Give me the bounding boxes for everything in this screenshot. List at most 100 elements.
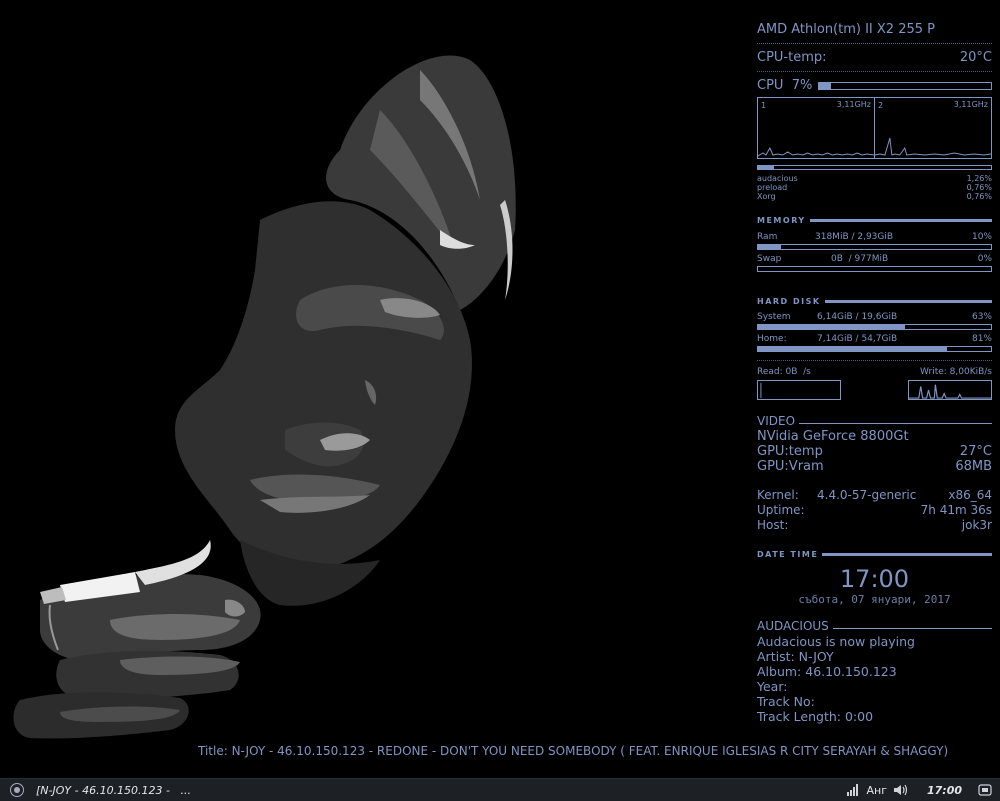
system-tray: Анг 17:00 bbox=[846, 783, 1000, 797]
kernel-label: Kernel: bbox=[757, 488, 799, 502]
memory-heading: MEMORY bbox=[757, 213, 992, 228]
ram-percent: 10% bbox=[971, 232, 992, 242]
uptime-label: Uptime: bbox=[757, 503, 805, 517]
process-cpu: 0,76% bbox=[966, 183, 992, 192]
host-label: Host: bbox=[757, 518, 789, 532]
gpu-temp-value: 27°C bbox=[959, 444, 992, 459]
audacious-track-length: Track Length: 0:00 bbox=[757, 709, 874, 724]
process-name: audacious bbox=[757, 174, 798, 183]
gpu-temp-label: GPU:temp bbox=[757, 444, 823, 459]
gpu-name: NVidia GeForce 8800Gt bbox=[757, 429, 909, 444]
cpu-core-graph: 1 3,11GHz 2 3,11GHz bbox=[757, 97, 992, 159]
divider bbox=[757, 360, 992, 361]
home-disk-value: 7,14GiB / 54,7GiB bbox=[817, 334, 898, 344]
swap-label: Swap bbox=[757, 254, 782, 264]
top-process-list: audacious 1,26% preload 0,76% Xorg 0,76% bbox=[757, 174, 992, 201]
audacious-album: Album: 46.10.150.123 bbox=[757, 664, 897, 679]
datetime-heading: DATE TIME bbox=[757, 547, 992, 562]
disk-write-label: Write: 8,00KiB/s bbox=[920, 367, 992, 377]
disk-read-label: Read: 0B /s bbox=[757, 367, 811, 377]
core1-activity-trace bbox=[758, 146, 874, 157]
gpu-vram-row: GPU:Vram 68MB bbox=[757, 459, 992, 474]
kernel-value: 4.4.0-57-generic bbox=[817, 488, 917, 502]
cpu-temp-row: CPU-temp: 20°C bbox=[757, 50, 992, 65]
hard-disk-heading-text: HARD DISK bbox=[757, 297, 821, 306]
process-row: Xorg 0,76% bbox=[757, 192, 992, 201]
cpu-usage-row: CPU 7% bbox=[757, 78, 992, 93]
divider bbox=[757, 71, 992, 72]
process-name: Xorg bbox=[757, 192, 776, 201]
divider bbox=[757, 43, 992, 44]
cpu-usage-fill bbox=[819, 82, 832, 89]
audacious-artist: Artist: N-JOY bbox=[757, 649, 834, 664]
ram-row: Ram 318MiB / 2,93GiB 10% bbox=[757, 232, 992, 242]
process-cpu: 0,76% bbox=[966, 192, 992, 201]
process-name: preload bbox=[757, 183, 788, 192]
audacious-heading: AUDACIOUS bbox=[757, 619, 992, 634]
disk-read-graph bbox=[757, 380, 841, 400]
cpu-usage-label: CPU 7% bbox=[757, 78, 813, 93]
video-heading-text: VIDEO bbox=[757, 414, 796, 428]
swap-percent: 0% bbox=[977, 254, 992, 264]
home-disk-percent: 81% bbox=[971, 334, 992, 344]
system-disk-row: System 6,14GiB / 19,6GiB 63% bbox=[757, 312, 992, 322]
cpu-usage-bar bbox=[818, 81, 992, 90]
datetime-heading-text: DATE TIME bbox=[757, 550, 819, 559]
taskbar-task-audacious[interactable]: [N-JOY - 46.10.150.123 - ... bbox=[36, 784, 191, 797]
kernel-row: Kernel: 4.4.0-57-generic x86_64 bbox=[757, 488, 992, 503]
host-row: Host: jok3r bbox=[757, 518, 992, 533]
cpu-temp-label: CPU-temp: bbox=[757, 50, 827, 65]
home-disk-bar-fill bbox=[758, 347, 947, 351]
ram-bar bbox=[757, 244, 992, 250]
hard-disk-heading: HARD DISK bbox=[757, 294, 992, 309]
volume-icon[interactable] bbox=[893, 784, 909, 796]
gpu-vram-label: GPU:Vram bbox=[757, 459, 824, 474]
keyboard-layout-indicator[interactable]: Анг bbox=[866, 784, 887, 797]
disk-io-graphs bbox=[757, 380, 992, 400]
ram-label: Ram bbox=[757, 232, 778, 242]
swap-row: Swap 0B / 977MiB 0% bbox=[757, 254, 992, 264]
swap-value: 0B / 977MiB bbox=[831, 254, 889, 264]
conky-date: събота, 07 януари, 2017 bbox=[798, 593, 951, 606]
system-disk-label: System bbox=[757, 312, 791, 322]
home-disk-label: Home: bbox=[757, 334, 787, 344]
memory-heading-text: MEMORY bbox=[757, 216, 806, 225]
network-signal-icon[interactable] bbox=[846, 784, 860, 796]
disk-io-row: Read: 0B /s Write: 8,00KiB/s bbox=[757, 367, 992, 377]
process-row: audacious 1,26% bbox=[757, 174, 992, 183]
audacious-status: Audacious is now playing bbox=[757, 634, 915, 649]
video-heading: VIDEO bbox=[757, 414, 992, 429]
gpu-temp-row: GPU:temp 27°C bbox=[757, 444, 992, 459]
conky-clock: 17:00 bbox=[839, 565, 910, 593]
audacious-track-number: Track No: bbox=[757, 694, 815, 709]
conky-system-monitor: AMD Athlon(tm) II X2 255 P CPU-temp: 20°… bbox=[757, 22, 992, 724]
system-disk-value: 6,14GiB / 19,6GiB bbox=[817, 312, 898, 322]
show-desktop-icon[interactable] bbox=[978, 783, 992, 797]
portrait-face bbox=[175, 201, 472, 571]
taskbar-clock[interactable]: 17:00 bbox=[927, 784, 962, 797]
host-value: jok3r bbox=[961, 518, 992, 532]
cpu-temp-value: 20°C bbox=[959, 50, 992, 65]
ram-bar-fill bbox=[758, 245, 782, 249]
system-disk-bar-fill bbox=[758, 325, 905, 329]
uptime-value: 7h 41m 36s bbox=[920, 503, 992, 517]
cpu-total-fill bbox=[758, 166, 775, 169]
system-disk-percent: 63% bbox=[971, 312, 992, 322]
cpu-core2-graph: 2 3,11GHz bbox=[875, 98, 991, 158]
swap-bar bbox=[757, 266, 992, 272]
disk-write-graph bbox=[908, 380, 992, 400]
audacious-heading-text: AUDACIOUS bbox=[757, 619, 829, 633]
taskbar: [N-JOY - 46.10.150.123 - ... Анг 17:00 bbox=[0, 778, 1000, 801]
process-row: preload 0,76% bbox=[757, 183, 992, 192]
process-cpu: 1,26% bbox=[966, 174, 992, 183]
audacious-track-title: Title: N-JOY - 46.10.150.123 - REDONE - … bbox=[198, 744, 949, 758]
cpu-model: AMD Athlon(tm) II X2 255 P bbox=[757, 22, 935, 37]
system-disk-bar bbox=[757, 324, 992, 330]
gpu-vram-value: 68MB bbox=[955, 459, 992, 474]
uptime-row: Uptime: 7h 41m 36s bbox=[757, 503, 992, 518]
audacious-year: Year: bbox=[757, 679, 788, 694]
cpu-core1-graph: 1 3,11GHz bbox=[758, 98, 875, 158]
architecture: x86_64 bbox=[948, 488, 992, 502]
app-menu-icon[interactable] bbox=[10, 783, 24, 797]
core2-activity-trace bbox=[875, 137, 991, 156]
